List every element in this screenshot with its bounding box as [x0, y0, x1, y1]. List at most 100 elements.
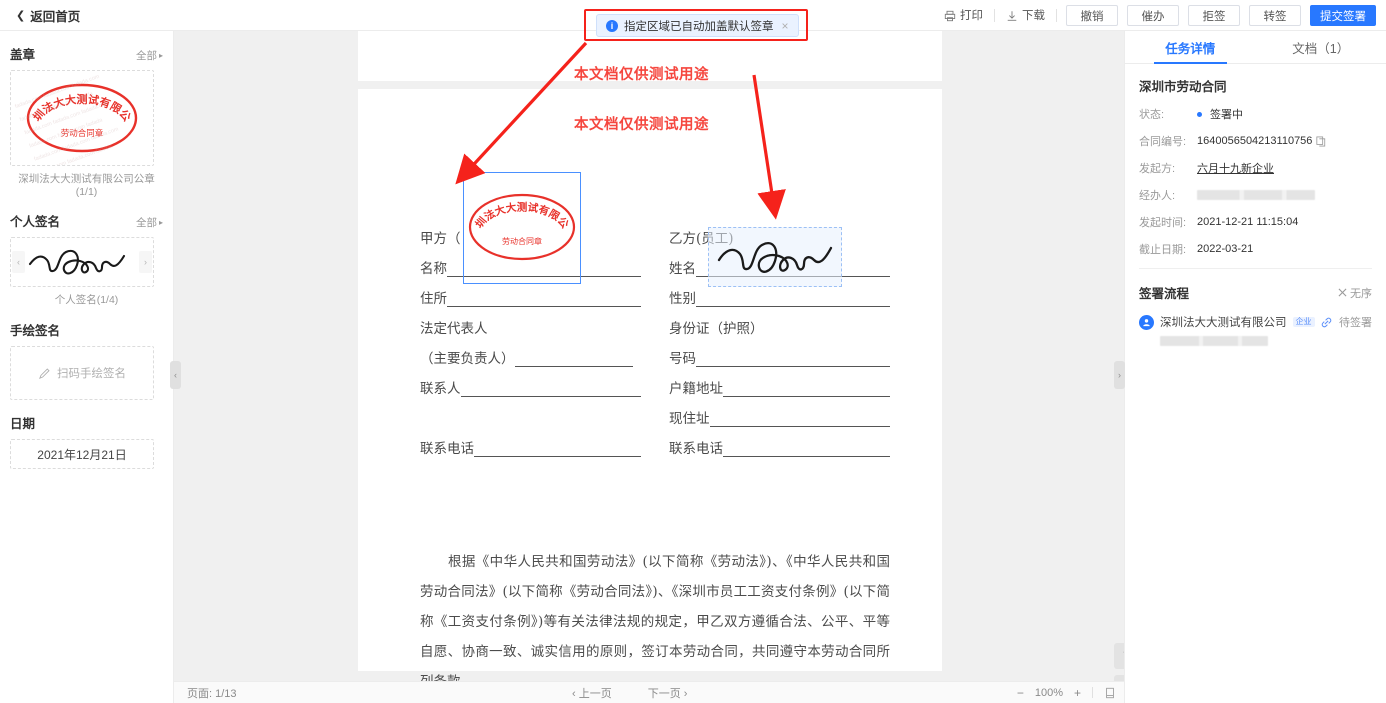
copy-icon[interactable] [1316, 136, 1326, 147]
document-viewport[interactable]: 本文档仅供测试用途 本文档仅供测试用途 深圳法大大测试有限公司 劳动合同章 [174, 31, 1124, 703]
masked-text [1197, 190, 1315, 200]
tab-task-details[interactable]: 任务详情 [1125, 31, 1256, 64]
tab-documents[interactable]: 文档（1） [1256, 31, 1386, 63]
collapse-left-panel-handle[interactable]: ‹ [170, 361, 181, 389]
next-page-label: 下一页 [647, 687, 681, 700]
zoom-controls: − 100% + [1017, 686, 1116, 700]
participant-type-badge: 企业 [1292, 317, 1315, 327]
signing-flow-item: 深圳法大大测试有限公司 企业 待签署 [1125, 302, 1386, 346]
left-sidebar: 盖章 全部 ▸ 深圳法大大测试有限公司 劳动合同章 fadada.com fad… [0, 31, 174, 703]
participant-name: 深圳法大大测试有限公司 [1160, 317, 1287, 329]
form-line: 户籍地址 [669, 367, 890, 397]
signature-prev-button[interactable]: ‹ [12, 251, 25, 273]
remind-button[interactable]: 催办 [1127, 5, 1179, 26]
signing-flow-title: 签署流程 [1139, 287, 1190, 301]
field-initiator: 发起方: 六月十九新企业 [1139, 160, 1372, 176]
form-label: 身份证（护照） [669, 321, 764, 337]
signature-view-all-label: 全部 [135, 217, 157, 229]
form-line: 现住址 [669, 397, 890, 427]
right-sidebar: 任务详情 文档（1） 深圳市劳动合同 状态: 签署中 合同编号: 1640056… [1124, 31, 1386, 703]
form-label: （主要负责人） [420, 351, 515, 367]
form-label: 联系人 [420, 381, 461, 397]
form-rule [474, 442, 641, 457]
zoom-level-label: 100% [1034, 686, 1063, 699]
zoom-in-button[interactable]: + [1074, 686, 1081, 700]
form-label: 户籍地址 [669, 381, 723, 397]
chevron-right-icon: ▸ [158, 218, 163, 227]
chevron-left-icon: ❮ [16, 9, 26, 22]
link-icon[interactable] [1321, 317, 1332, 328]
field-created-time: 发起时间: 2021-12-21 11:15:04 [1139, 214, 1372, 230]
prev-page-button[interactable]: ‹ 上一页 [572, 685, 612, 701]
zoom-out-button[interactable]: − [1017, 686, 1024, 700]
signature-workspace: ❮ 返回首页 打印 下载 撤销 催办 拒签 转签 提交签署 盖章 全部 ▸ 圳法… [0, 0, 1386, 703]
prev-page-label: 上一页 [578, 687, 612, 700]
stamp-thumbnail[interactable]: 深圳法大大测试有限公司 劳动合同章 fadada.com fadada.com … [10, 70, 154, 166]
toolbar-actions: 打印 下载 撤销 催办 拒签 转签 提交签署 [933, 0, 1376, 31]
form-rule [723, 442, 890, 457]
stamp-signature-field[interactable]: 深圳法大大测试有限公司 劳动合同章 [461, 172, 581, 284]
form-rule [723, 382, 890, 397]
fit-page-icon[interactable] [1104, 687, 1116, 699]
signature-panel-title: 个人签名 [10, 215, 61, 229]
toast-message: 指定区域已自动加盖默认签章 [624, 20, 774, 33]
field-label: 经办人: [1139, 190, 1176, 202]
form-rule [488, 322, 642, 337]
reject-sign-button[interactable]: 拒签 [1188, 5, 1240, 26]
transfer-sign-button[interactable]: 转签 [1249, 5, 1301, 26]
avatar [1139, 314, 1154, 330]
form-label: 现住址 [669, 411, 710, 427]
stamp-panel-header: 盖章 全部 ▸ [10, 44, 163, 63]
form-label: 性别 [669, 291, 696, 307]
contract-title: 深圳市劳动合同 [1139, 80, 1227, 94]
sidebar-tabs: 任务详情 文档（1） [1125, 31, 1386, 64]
stamp-panel-title: 盖章 [10, 48, 36, 62]
scroll-to-top-button[interactable] [1114, 643, 1124, 669]
back-home-label: 返回首页 [30, 9, 81, 24]
form-label: 住所 [420, 291, 447, 307]
collapse-right-panel-handle[interactable]: › [1114, 361, 1125, 389]
field-handler: 经办人: [1139, 187, 1372, 203]
date-stamp-item[interactable]: 2021年12月21日 [10, 439, 154, 469]
chevron-right-icon: › [683, 687, 688, 700]
date-panel-header: 日期 [10, 413, 163, 432]
task-details-body: 深圳市劳动合同 状态: 签署中 合同编号: 164005650421311075… [1125, 64, 1386, 257]
signature-view-all-button[interactable]: 全部 ▸ [136, 215, 163, 230]
stamp-view-all-label: 全部 [135, 50, 157, 62]
field-label: 截止日期: [1139, 244, 1187, 256]
field-label: 状态: [1139, 109, 1165, 121]
hand-signature-panel-title: 手绘签名 [10, 324, 61, 338]
form-rule [420, 412, 641, 427]
contract-number-value: 1640056504213110756 [1197, 135, 1313, 147]
status-badge: 签署中 [1210, 109, 1243, 121]
personal-signature-thumbnail[interactable]: ‹ › [10, 237, 154, 287]
watermark-top: 本文档仅供测试用途 [574, 67, 709, 83]
scan-hand-signature-button[interactable]: 扫码手绘签名 [10, 346, 154, 400]
close-icon[interactable]: × [782, 19, 789, 33]
masked-text [1160, 336, 1268, 346]
back-home-button[interactable]: ❮ 返回首页 [16, 6, 80, 25]
employee-signature-field[interactable] [708, 227, 842, 287]
seal-svg: 深圳法大大测试有限公司 劳动合同章 [461, 177, 576, 261]
contract-paragraph: 根据《中华人民共和国劳动法》(以下简称《劳动法》)、《中华人民共和国劳动合同法》… [420, 554, 890, 690]
user-icon [1143, 318, 1150, 326]
form-label: 甲方（ [420, 231, 461, 247]
pencil-icon [39, 367, 50, 379]
stamp-view-all-button[interactable]: 全部 ▸ [136, 48, 163, 63]
created-time-value: 2021-12-21 11:15:04 [1197, 216, 1299, 228]
form-line: 联系电话 [420, 427, 641, 457]
field-deadline: 截止日期: 2022-03-21 [1139, 241, 1372, 257]
signing-order-toggle[interactable]: 无序 [1338, 285, 1372, 301]
revoke-button[interactable]: 撤销 [1066, 5, 1118, 26]
status-dot-icon [1197, 111, 1202, 117]
initiator-value[interactable]: 六月十九新企业 [1197, 160, 1274, 176]
submit-sign-button[interactable]: 提交签署 [1310, 5, 1376, 26]
signature-next-button[interactable]: › [139, 251, 152, 273]
form-rule [447, 292, 641, 307]
next-page-button[interactable]: 下一页 › [648, 685, 688, 701]
print-button[interactable]: 打印 [933, 6, 994, 26]
form-line: 联系电话 [669, 427, 890, 457]
watermark-page: 本文档仅供测试用途 [574, 117, 709, 133]
download-button[interactable]: 下载 [995, 6, 1056, 26]
scroll-top-icon [1123, 651, 1124, 657]
